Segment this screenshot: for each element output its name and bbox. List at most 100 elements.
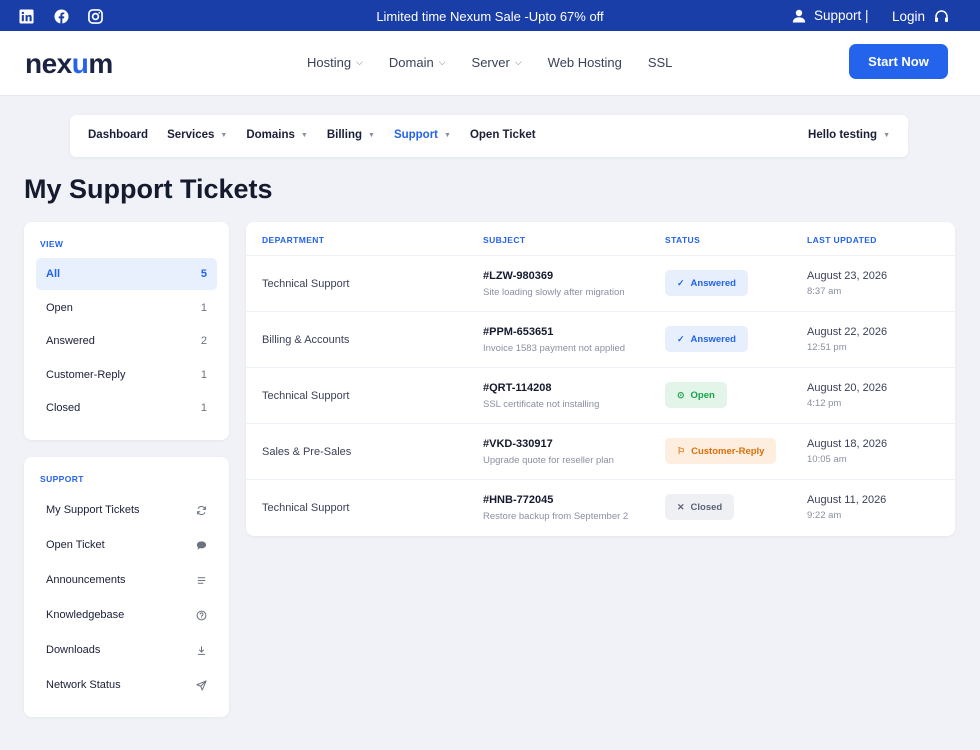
subnav-open-ticket[interactable]: Open Ticket [470, 129, 536, 141]
table-row[interactable]: Sales & Pre-Sales #VKD-330917 Upgrade qu… [246, 424, 955, 480]
last-updated-time: 12:51 pm [807, 342, 847, 353]
nav-server[interactable]: Server ⌵ [472, 55, 522, 70]
filter-all[interactable]: All 5 [36, 258, 217, 290]
status-badge: ⚐ Customer-Reply [665, 438, 777, 464]
col-header-status[interactable]: STATUS [665, 235, 700, 245]
table-row[interactable]: Technical Support #QRT-114208 SSL certif… [246, 368, 955, 424]
link-network-status[interactable]: Network Status [36, 670, 217, 700]
support-links-panel: SUPPORT My Support Tickets Open Ticket A… [24, 457, 229, 717]
start-now-button[interactable]: Start Now [849, 44, 948, 79]
filter-open[interactable]: Open 1 [36, 292, 217, 324]
nav-hosting[interactable]: Hosting ⌵ [307, 55, 363, 70]
subnav-dashboard[interactable]: Dashboard [88, 129, 148, 141]
link-my-support-tickets[interactable]: My Support Tickets [36, 495, 217, 525]
subnav-support[interactable]: Support ▼ [394, 129, 451, 141]
status-badge: ⊙ Open [665, 382, 727, 408]
help-circle-icon [196, 610, 207, 620]
ticket-id[interactable]: #HNB-772045 [483, 494, 553, 506]
table-row[interactable]: Technical Support #HNB-772045 Restore ba… [246, 480, 955, 536]
filter-answered[interactable]: Answered 2 [36, 325, 217, 357]
filter-customer-reply[interactable]: Customer-Reply 1 [36, 359, 217, 391]
last-updated-date: August 22, 2026 [807, 326, 888, 338]
subnav-billing[interactable]: Billing ▼ [327, 129, 375, 141]
table-row[interactable]: Billing & Accounts #PPM-653651 Invoice 1… [246, 312, 955, 368]
table-row[interactable]: Technical Support #LZW-980369 Site loadi… [246, 256, 955, 312]
download-icon [197, 645, 206, 655]
caret-down-icon: ▼ [300, 131, 308, 139]
nav-ssl[interactable]: SSL [648, 55, 673, 70]
chevron-down-icon: ⌵ [514, 57, 522, 67]
list-icon [197, 576, 206, 584]
caret-down-icon: ▼ [883, 131, 890, 139]
client-area-nav: Dashboard Services ▼ Domains ▼ Billing ▼ Su… [70, 115, 908, 157]
ticket-id[interactable]: #PPM-653651 [483, 326, 553, 338]
support-heading: SUPPORT [40, 474, 84, 484]
link-downloads[interactable]: Downloads [36, 635, 217, 665]
link-open-ticket[interactable]: Open Ticket [36, 530, 217, 560]
ticket-id[interactable]: #LZW-980369 [483, 270, 553, 282]
view-filter-panel: VIEW All 5 Open 1 Answered 2 Customer-Reply… [24, 222, 229, 440]
cell-department: Technical Support [262, 502, 350, 514]
link-announcements[interactable]: Announcements [36, 565, 217, 595]
user-menu[interactable]: Hello testing ▼ [808, 129, 890, 141]
caret-down-icon: ▼ [444, 131, 451, 139]
chevron-down-icon: ⌵ [356, 57, 363, 67]
subnav-domains[interactable]: Domains ▼ [246, 129, 308, 141]
close-icon: ✕ [677, 501, 685, 512]
refresh-icon [197, 505, 206, 515]
support-link-label: Support | [814, 8, 869, 23]
status-badge: ✓ Answered [665, 270, 748, 296]
site-header: nexum Hosting ⌵ Domain ⌵ Server ⌵ Web Hosti… [0, 31, 980, 96]
last-updated-date: August 20, 2026 [807, 382, 888, 394]
tickets-table: DEPARTMENT SUBJECT STATUS LAST UPDATED T… [246, 222, 955, 536]
subnav-services[interactable]: Services ▼ [167, 129, 227, 141]
send-icon [196, 679, 207, 691]
cell-department: Technical Support [262, 390, 350, 402]
col-header-last-updated[interactable]: LAST UPDATED [807, 235, 877, 245]
support-link[interactable]: Support | [792, 8, 869, 23]
count-badge: 5 [200, 268, 207, 280]
chat-bubble-icon [196, 540, 207, 550]
check-icon: ✓ [677, 333, 685, 344]
last-updated-time: 8:37 am [807, 286, 842, 297]
status-badge: ✕ Closed [665, 494, 735, 520]
nav-web-hosting[interactable]: Web Hosting [548, 55, 622, 70]
last-updated-date: August 18, 2026 [807, 438, 888, 450]
col-header-department[interactable]: DEPARTMENT [262, 235, 324, 245]
nav-domain[interactable]: Domain ⌵ [389, 55, 446, 70]
count-badge: 2 [200, 335, 207, 347]
link-knowledgebase[interactable]: Knowledgebase [36, 600, 217, 630]
ticket-subject: SSL certificate not installing [483, 399, 600, 410]
last-updated-time: 9:22 am [807, 510, 842, 521]
caret-down-icon: ▼ [220, 131, 228, 139]
open-circle-icon: ⊙ [677, 389, 685, 400]
count-badge: 1 [200, 369, 207, 381]
ticket-subject: Upgrade quote for reseller plan [483, 455, 614, 466]
ticket-subject: Invoice 1583 payment not applied [483, 343, 626, 354]
headset-icon[interactable] [934, 9, 949, 24]
last-updated-time: 4:12 pm [807, 398, 842, 409]
user-icon [792, 9, 806, 22]
chevron-down-icon: ⌵ [438, 57, 446, 67]
main-nav: Hosting ⌵ Domain ⌵ Server ⌵ Web Hosting SSL [307, 55, 698, 70]
ticket-subject: Restore backup from September 2 [483, 511, 629, 522]
ticket-id[interactable]: #QRT-114208 [483, 382, 552, 394]
status-badge: ✓ Answered [665, 326, 748, 352]
promo-bar: Limited time Nexum Sale -Upto 67% off Su… [0, 0, 980, 31]
reply-bubble-icon: ⚐ [677, 445, 686, 456]
login-link[interactable]: Login [892, 9, 925, 24]
last-updated-date: August 23, 2026 [807, 270, 888, 282]
count-badge: 1 [200, 402, 207, 414]
col-header-subject[interactable]: SUBJECT [483, 235, 525, 245]
nexum-logo[interactable]: nexum [25, 48, 113, 80]
filter-closed[interactable]: Closed 1 [36, 392, 217, 424]
last-updated-date: August 11, 2026 [807, 494, 887, 506]
ticket-subject: Site loading slowly after migration [483, 287, 625, 298]
last-updated-time: 10:05 am [807, 454, 847, 465]
check-icon: ✓ [677, 277, 685, 288]
ticket-id[interactable]: #VKD-330917 [483, 438, 553, 450]
caret-down-icon: ▼ [368, 131, 375, 139]
view-heading: VIEW [40, 239, 64, 249]
cell-department: Billing & Accounts [262, 334, 350, 346]
cell-department: Technical Support [262, 278, 350, 290]
